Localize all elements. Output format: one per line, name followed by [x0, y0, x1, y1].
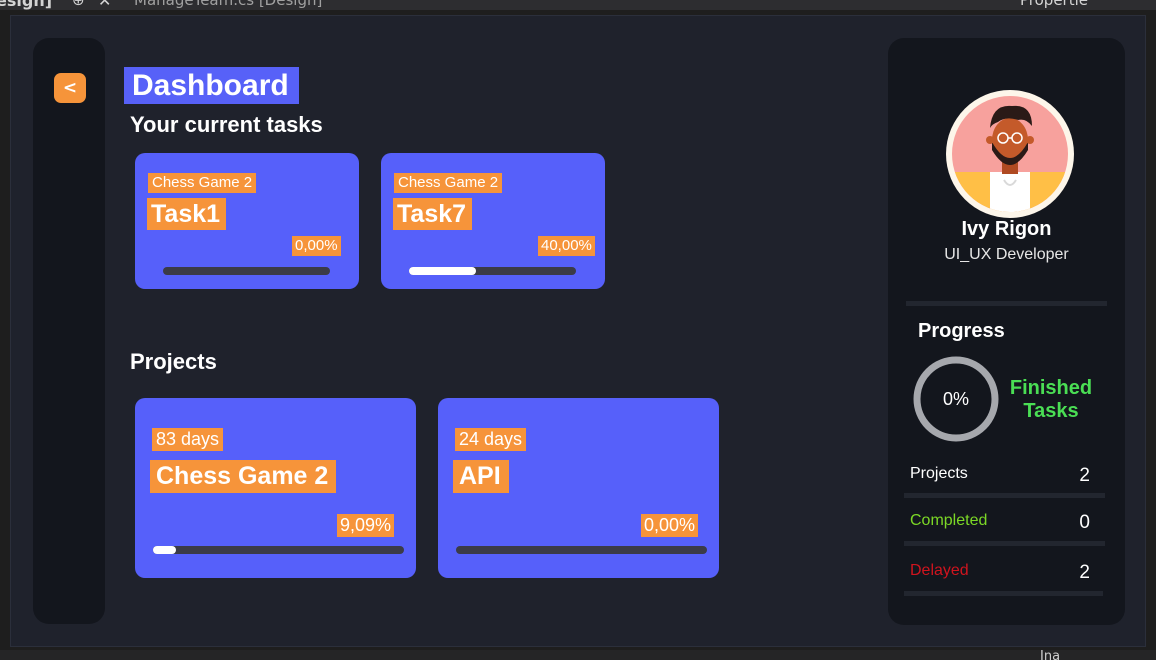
divider: [904, 493, 1105, 498]
task-card[interactable]: Chess Game 2 Task7 40,00%: [381, 153, 605, 289]
task-project-label: Chess Game 2: [148, 173, 257, 193]
project-percent: 0,00%: [641, 514, 699, 537]
back-button[interactable]: <: [54, 73, 86, 103]
task-name: Task7: [393, 198, 473, 230]
page-title: Dashboard: [124, 67, 299, 104]
ide-file-tab[interactable]: ManageTeam.cs [Design]: [134, 0, 322, 9]
stat-delayed-value: 2: [1079, 562, 1090, 583]
properties-tab[interactable]: Propertie: [1020, 0, 1088, 9]
task-project-label: Chess Game 2: [394, 173, 503, 193]
project-progress-fill: [153, 546, 176, 554]
stat-projects-value: 2: [1079, 465, 1090, 486]
divider: [904, 591, 1103, 596]
project-name: API: [453, 460, 509, 493]
stat-projects-label: Projects: [910, 465, 968, 482]
finished-line-2: Tasks: [1023, 400, 1079, 422]
stat-completed-value: 0: [1079, 512, 1090, 533]
progress-ring-label: 0%: [942, 388, 969, 409]
avatar: [946, 90, 1074, 218]
task-name: Task1: [147, 198, 227, 230]
user-role: UI_UX Developer: [944, 246, 1069, 263]
project-name: Chess Game 2: [150, 460, 337, 493]
project-days: 24 days: [455, 428, 527, 451]
divider: [906, 301, 1107, 306]
projects-heading: Projects: [130, 349, 217, 374]
tasks-heading: Your current tasks: [130, 112, 323, 137]
finished-line-1: Finished: [1009, 377, 1093, 399]
user-name: Ivy Rigon: [961, 218, 1052, 240]
avatar-illustration: [952, 96, 1068, 212]
ide-tab-strip: esign] ⊕ ✕ ManageTeam.cs [Design] Proper…: [0, 0, 1156, 10]
ide-bottom-label: Ina: [1040, 650, 1061, 660]
project-card[interactable]: 24 days API 0,00%: [438, 398, 719, 578]
task-percent: 40,00%: [538, 236, 595, 256]
project-progress-bar: [153, 546, 404, 554]
stat-completed-label: Completed: [910, 512, 988, 529]
progress-title: Progress: [918, 320, 1005, 342]
task-card[interactable]: Chess Game 2 Task1 0,00%: [135, 153, 359, 289]
project-days: 83 days: [152, 428, 224, 451]
task-progress-fill: [409, 267, 476, 275]
task-progress-bar: [163, 267, 330, 275]
project-card[interactable]: 83 days Chess Game 2 9,09%: [135, 398, 416, 578]
project-progress-bar: [456, 546, 707, 554]
finished-tasks-label: Finished Tasks: [1005, 377, 1097, 423]
divider: [904, 541, 1105, 546]
sidebar: [33, 38, 105, 624]
pin-icon[interactable]: ⊕: [72, 0, 85, 9]
stat-delayed-label: Delayed: [910, 562, 969, 579]
ide-tab-label[interactable]: esign]: [0, 0, 52, 10]
ide-bottom-strip: Ina: [0, 650, 1156, 660]
task-progress-bar: [409, 267, 576, 275]
close-icon[interactable]: ✕: [98, 0, 111, 10]
task-percent: 0,00%: [292, 236, 341, 256]
project-percent: 9,09%: [337, 514, 395, 537]
